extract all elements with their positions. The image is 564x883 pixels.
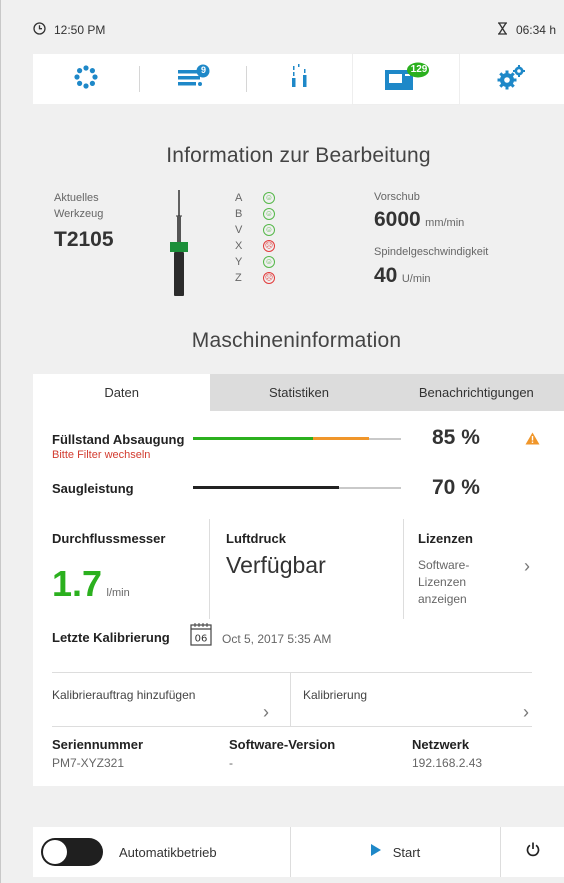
start-label: Start — [392, 844, 421, 860]
licenses-label: Lizenzen — [418, 531, 473, 546]
axis-row: B ☺ — [235, 208, 275, 220]
dots-circle-icon — [73, 64, 99, 95]
auto-mode-toggle-cell: Automatikbetrieb — [33, 827, 291, 877]
calibration-label: Kalibrierung — [303, 688, 368, 702]
calibration-button[interactable]: Kalibrierung › — [291, 672, 533, 726]
filter-warning-text: Bitte Filter wechseln — [52, 449, 151, 461]
smiley-icon: ☺ — [263, 224, 275, 236]
last-calibration-date: Oct 5, 2017 5:35 AM — [222, 632, 332, 646]
feed-unit: mm/min — [425, 217, 465, 229]
suction-power-label: Saugleistung — [52, 481, 134, 496]
flow-label: Durchflussmesser — [52, 531, 166, 546]
smiley-icon: ☺ — [263, 208, 275, 220]
network-label: Netzwerk — [412, 737, 470, 752]
flow-value-row: 1.7 l/min — [52, 563, 130, 605]
axis-row: A ☺ — [235, 192, 275, 204]
suction-power-fill — [193, 486, 339, 489]
power-icon — [526, 842, 540, 862]
current-time: 12:50 PM — [54, 23, 106, 37]
machine-icon: 129 — [383, 62, 429, 97]
settings-gears-icon — [497, 64, 527, 95]
suction-level-fill-orange — [313, 437, 369, 440]
smiley-icon: ☺ — [263, 256, 275, 268]
processing-title: Information zur Bearbeitung — [166, 144, 431, 167]
nav-item-overview[interactable] — [33, 54, 139, 104]
software-version-label: Software-Version — [229, 737, 336, 752]
machine-badge: 129 — [410, 63, 428, 75]
nav-item-tools[interactable] — [247, 54, 353, 104]
spindle-value: 40 — [374, 264, 398, 287]
jobs-badge: 9 — [200, 64, 206, 75]
calendar-icon: 06 — [190, 622, 212, 651]
spindle-unit: U/min — [401, 273, 431, 285]
svg-text:06: 06 — [195, 634, 208, 645]
auto-mode-label: Automatikbetrieb — [119, 844, 217, 860]
suction-level-bar — [193, 437, 401, 440]
nav-item-settings[interactable] — [459, 54, 564, 104]
last-calibration-label: Letzte Kalibrierung — [52, 630, 170, 645]
power-button[interactable] — [501, 827, 564, 877]
status-bar: 12:50 PM 06:34 h — [33, 22, 556, 42]
software-version-value: - — [229, 756, 233, 770]
app-frame: 12:50 PM 06:34 h 9 129 Information zur B… — [0, 0, 564, 883]
runtime: 06:34 h — [515, 23, 556, 37]
suction-level-fill-green — [193, 437, 313, 440]
add-calibration-job-button[interactable]: Kalibrierauftrag hinzufügen › — [52, 672, 290, 726]
warning-icon — [525, 432, 540, 450]
smiley-icon: ☺ — [263, 192, 275, 204]
suction-power-value: 70 % — [432, 476, 480, 499]
spindle-label: Spindelgeschwindigkeit — [374, 246, 489, 258]
tab-statistics[interactable]: Statistiken — [210, 374, 388, 411]
axis-row: X ☹ — [235, 240, 275, 252]
nav-item-machine[interactable]: 129 — [353, 54, 459, 104]
sad-face-icon: ☹ — [263, 240, 275, 252]
feed-value-row: 6000 mm/min — [374, 208, 464, 232]
air-pressure-value: Verfügbar — [226, 552, 326, 578]
flow-unit: l/min — [106, 587, 130, 599]
auto-mode-toggle[interactable] — [41, 838, 103, 866]
data-panel: Füllstand Absaugung Bitte Filter wechsel… — [33, 411, 564, 786]
tab-notifications[interactable]: Benachrichtigungen — [387, 374, 564, 411]
machine-tabs: Daten Statistiken Benachrichtigungen — [33, 374, 564, 411]
tool-image — [167, 190, 191, 303]
tab-data[interactable]: Daten — [33, 374, 211, 411]
add-calibration-job-label: Kalibrierauftrag hinzufügen — [52, 688, 196, 702]
machine-title: Maschineninformation — [191, 329, 402, 352]
play-icon — [370, 843, 381, 861]
flow-value: 1.7 — [52, 563, 103, 604]
chevron-right-icon[interactable]: › — [524, 556, 530, 577]
network-value: 192.168.2.43 — [412, 756, 483, 770]
job-list-icon: 9 — [176, 63, 210, 96]
main-nav: 9 129 — [33, 54, 564, 104]
feed-label: Vorschub — [374, 191, 420, 203]
suction-power-bar — [193, 486, 401, 489]
suction-level-value: 85 % — [432, 426, 480, 449]
serial-number-label: Seriennummer — [52, 737, 144, 752]
hourglass-icon — [497, 22, 508, 38]
feed-value: 6000 — [374, 208, 421, 231]
serial-number-value: PM7-XYZ321 — [52, 756, 125, 770]
spindle-tools-icon — [289, 63, 311, 96]
axis-row: Y ☺ — [235, 256, 275, 268]
axis-row: Z ☹ — [235, 272, 275, 284]
bottom-bar: Automatikbetrieb Start — [33, 827, 564, 877]
suction-level-label: Füllstand Absaugung — [52, 432, 185, 447]
axis-status-list: A ☺ B ☺ V ☺ X ☹ Y ☺ Z ☹ — [235, 190, 275, 286]
nav-item-jobs[interactable]: 9 — [140, 54, 246, 104]
sad-face-icon: ☹ — [263, 272, 275, 284]
start-button[interactable]: Start — [291, 827, 501, 877]
axis-row: V ☺ — [235, 224, 275, 236]
spindle-value-row: 40 U/min — [374, 264, 431, 288]
air-pressure-label: Luftdruck — [226, 531, 286, 546]
current-tool-label: Aktuelles Werkzeug — [54, 192, 104, 220]
clock-icon — [33, 22, 46, 38]
chevron-right-icon: › — [523, 702, 529, 722]
chevron-right-icon: › — [263, 702, 269, 722]
tool-code: T2105 — [54, 228, 114, 251]
show-licenses-link[interactable]: Software- Lizenzen anzeigen — [418, 557, 469, 608]
